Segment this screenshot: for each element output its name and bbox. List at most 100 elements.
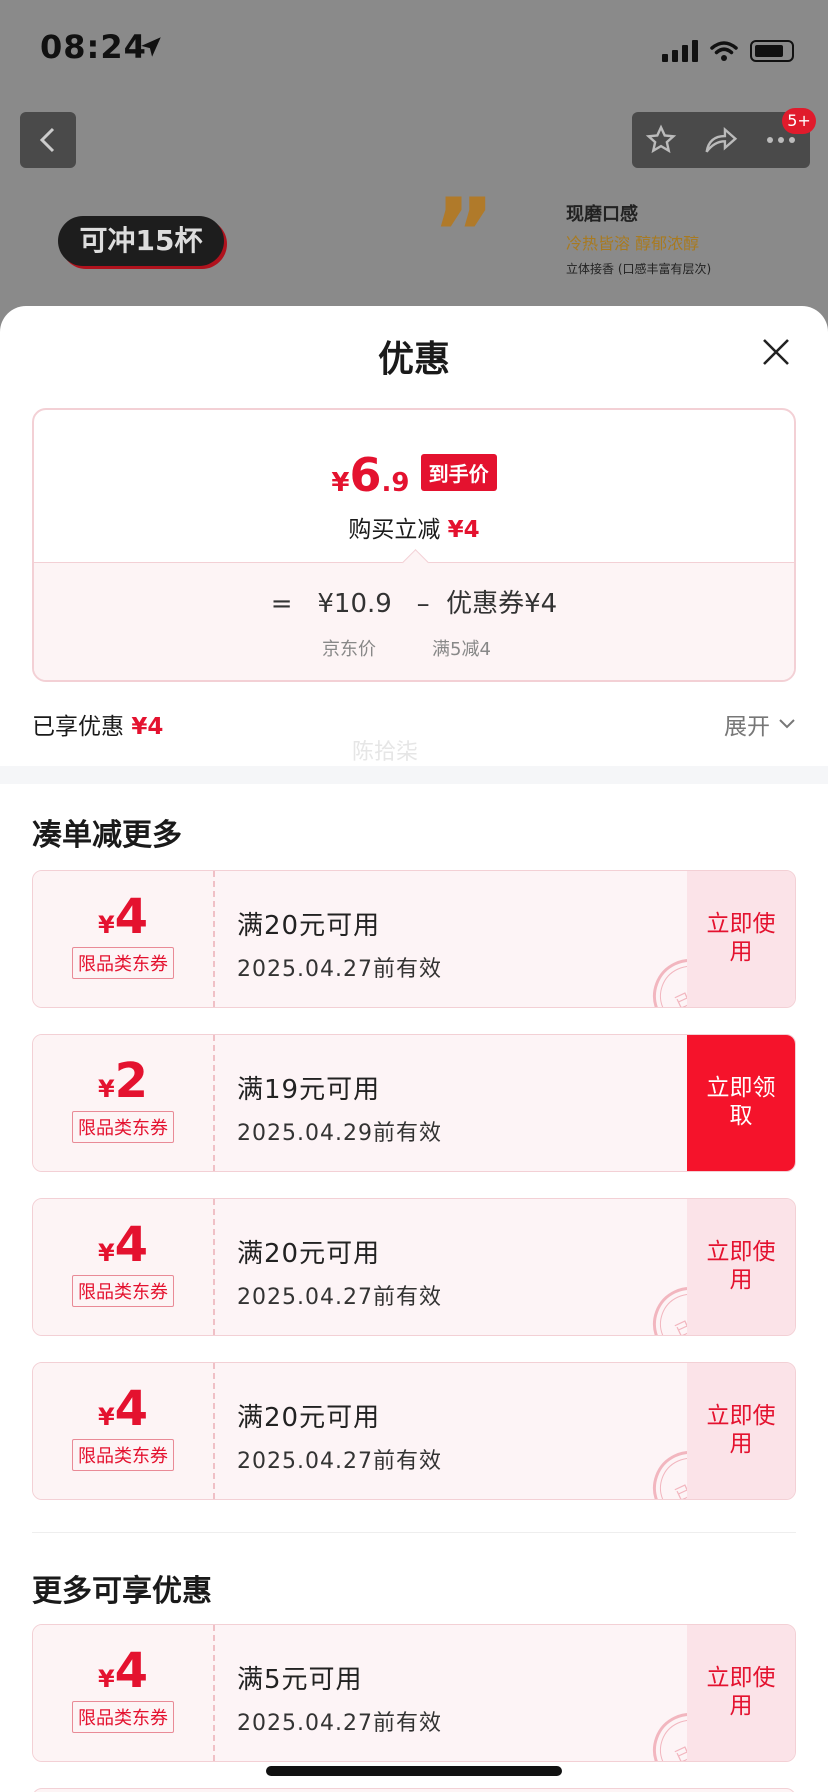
coupon-type: 限品类东券 bbox=[72, 947, 174, 979]
claim-coupon-button[interactable]: 立即领取 bbox=[687, 1035, 795, 1171]
share-icon[interactable] bbox=[704, 125, 738, 155]
instant-discount-label: 购买立减 bbox=[348, 517, 441, 543]
coupon-amount: ¥4 bbox=[33, 1647, 213, 1695]
formula-coupon: 优惠券¥4 bbox=[446, 589, 558, 619]
coupon-currency: ¥ bbox=[97, 1075, 115, 1103]
back-button[interactable] bbox=[20, 112, 76, 168]
base-price-label: 京东价 bbox=[322, 639, 376, 660]
price-integer: 6 bbox=[349, 448, 382, 502]
chevron-left-icon bbox=[39, 127, 55, 153]
promo-card-title: 现磨口感 bbox=[566, 204, 638, 225]
coupon-currency: ¥ bbox=[97, 1403, 115, 1431]
coupon-condition: 满5元可用 bbox=[237, 1665, 363, 1695]
section-title-more-discount: 凑单减更多 bbox=[32, 818, 182, 853]
coupon-amount: ¥2 bbox=[33, 1057, 213, 1105]
formula-equals: = bbox=[270, 589, 293, 619]
promo-pill: 可冲15杯 bbox=[58, 216, 224, 266]
coupon-amount-number: 4 bbox=[114, 1381, 149, 1437]
coupon-value: ¥4 限品类东券 bbox=[33, 1625, 215, 1761]
coupon-amount-number: 4 bbox=[114, 889, 149, 945]
coupon-amount: ¥4 bbox=[33, 893, 213, 941]
coupon-value: ¥4 限品类东券 bbox=[33, 1363, 215, 1499]
discount-sheet: 优惠 ¥6.9 到手价 购买立减 ¥4 = ¥10.9 – 优惠券¥4 京东价 bbox=[0, 306, 828, 1792]
coupon-type: 限品类东券 bbox=[72, 1701, 174, 1733]
promo-card: 现磨口感 冷热皆溶 醇郁浓醇 立体接香 (口感丰富有层次) bbox=[566, 200, 806, 310]
use-coupon-button[interactable]: 立即使用 bbox=[687, 871, 795, 1007]
coupon-card: ¥4 限品类东券 满20元可用 2025.04.27前有效 已领 立即使用 bbox=[32, 1362, 796, 1500]
section-divider bbox=[0, 766, 828, 784]
promo-card-sub: 冷热皆溶 醇郁浓醇 bbox=[566, 234, 700, 253]
star-icon[interactable] bbox=[645, 124, 677, 156]
coupon-card: ¥4 限品类东券 满20元可用 2025.04.27前有效 已领 立即使用 bbox=[32, 870, 796, 1008]
coupon-card: ¥2 限品类东券 满19元可用 2025.04.29前有效 立即领取 bbox=[32, 1034, 796, 1172]
section-separator bbox=[32, 1532, 796, 1533]
saved-label: 已享优惠 bbox=[32, 714, 124, 740]
price-breakdown: ¥6.9 到手价 购买立减 ¥4 = ¥10.9 – 优惠券¥4 京东价 满5减… bbox=[32, 408, 796, 682]
section-title-more-offers: 更多可享优惠 bbox=[32, 1574, 212, 1609]
coupon-value: ¥4 限品类东券 bbox=[33, 1199, 215, 1335]
saved-value: ¥4 bbox=[131, 714, 164, 740]
expand-label: 展开 bbox=[724, 714, 770, 740]
close-icon[interactable] bbox=[760, 336, 792, 368]
formula-base-price: ¥10.9 bbox=[317, 589, 392, 619]
coupon-validity: 2025.04.27前有效 bbox=[237, 1711, 442, 1736]
expand-toggle[interactable]: 展开 bbox=[724, 707, 796, 741]
coupon-rule-label: 满5减4 bbox=[432, 639, 491, 660]
coupon-validity: 2025.04.27前有效 bbox=[237, 1449, 442, 1474]
coupon-amount-number: 2 bbox=[114, 1053, 149, 1109]
price-decimal: .9 bbox=[381, 468, 410, 498]
instant-discount-value: ¥4 bbox=[447, 517, 480, 543]
coupon-condition: 满20元可用 bbox=[237, 1239, 381, 1269]
final-price-area: ¥6.9 到手价 购买立减 ¥4 bbox=[34, 410, 794, 562]
coupon-value: ¥2 限品类东券 bbox=[33, 1035, 215, 1171]
coupon-info: 满20元可用 2025.04.27前有效 bbox=[215, 1363, 715, 1499]
final-price-tag: 到手价 bbox=[420, 454, 497, 491]
coupon-amount: ¥4 bbox=[33, 1221, 213, 1269]
status-time: 08:24 bbox=[40, 28, 147, 66]
coupon-info: 满20元可用 2025.04.27前有效 bbox=[215, 871, 715, 1007]
coupon-type: 限品类东券 bbox=[72, 1439, 174, 1471]
location-arrow-icon bbox=[138, 34, 164, 64]
chevron-down-icon bbox=[779, 719, 795, 729]
coupon-amount-number: 4 bbox=[114, 1643, 149, 1699]
price-currency: ¥ bbox=[331, 468, 350, 498]
battery-icon bbox=[750, 40, 794, 62]
home-indicator bbox=[266, 1766, 562, 1776]
coupon-validity: 2025.04.27前有效 bbox=[237, 1285, 442, 1310]
coupon-info: 满19元可用 2025.04.29前有效 bbox=[215, 1035, 715, 1171]
more-icon[interactable] bbox=[765, 135, 797, 145]
formula-minus: – bbox=[416, 589, 430, 619]
coupon-currency: ¥ bbox=[97, 1665, 115, 1693]
sheet-title: 优惠 bbox=[377, 339, 450, 380]
coupon-condition: 满20元可用 bbox=[237, 1403, 381, 1433]
coupon-info: 满20元可用 2025.04.27前有效 bbox=[215, 1199, 715, 1335]
cellular-signal-icon bbox=[662, 40, 698, 62]
coupon-value: ¥4 限品类东券 bbox=[33, 871, 215, 1007]
coupon-card: ¥4 限品类东券 满5元可用 2025.04.27前有效 已领 立即使用 bbox=[32, 1624, 796, 1762]
coupon-validity: 2025.04.27前有效 bbox=[237, 957, 442, 982]
final-price: ¥6.9 到手价 bbox=[34, 448, 794, 502]
price-formula: = ¥10.9 – 优惠券¥4 京东价 满5减4 bbox=[34, 549, 794, 680]
coupon-card: ¥4 限品类东券 满20元可用 2025.04.27前有效 已领 立即使用 bbox=[32, 1198, 796, 1336]
formula-line: = ¥10.9 – 优惠券¥4 bbox=[34, 583, 794, 620]
watermark: 陈拾柒 bbox=[352, 740, 419, 765]
coupon-validity: 2025.04.29前有效 bbox=[237, 1121, 442, 1146]
background-page: 08:24 5+ 可冲15杯 ” 现磨口感 冷热皆溶 醇郁浓醇 立体接香 (口感… bbox=[0, 0, 828, 330]
notification-badge: 5+ bbox=[782, 108, 816, 134]
wifi-icon bbox=[710, 41, 738, 61]
use-coupon-button[interactable]: 立即使用 bbox=[687, 1199, 795, 1335]
instant-discount: 购买立减 ¥4 bbox=[34, 510, 794, 544]
coupon-condition: 满19元可用 bbox=[237, 1075, 381, 1105]
saved-discount: 已享优惠 ¥4 bbox=[32, 707, 163, 741]
coupon-type: 限品类东券 bbox=[72, 1111, 174, 1143]
coupon-condition: 满20元可用 bbox=[237, 911, 381, 941]
quote-mark-icon: ” bbox=[432, 178, 496, 290]
use-coupon-button[interactable]: 立即使用 bbox=[687, 1625, 795, 1761]
coupon-type: 限品类东券 bbox=[72, 1275, 174, 1307]
coupon-currency: ¥ bbox=[97, 1239, 115, 1267]
promo-card-note: 立体接香 (口感丰富有层次) bbox=[566, 262, 712, 276]
coupon-amount-number: 4 bbox=[114, 1217, 149, 1273]
coupon-amount: ¥4 bbox=[33, 1385, 213, 1433]
use-coupon-button[interactable]: 立即使用 bbox=[687, 1363, 795, 1499]
coupon-currency: ¥ bbox=[97, 911, 115, 939]
